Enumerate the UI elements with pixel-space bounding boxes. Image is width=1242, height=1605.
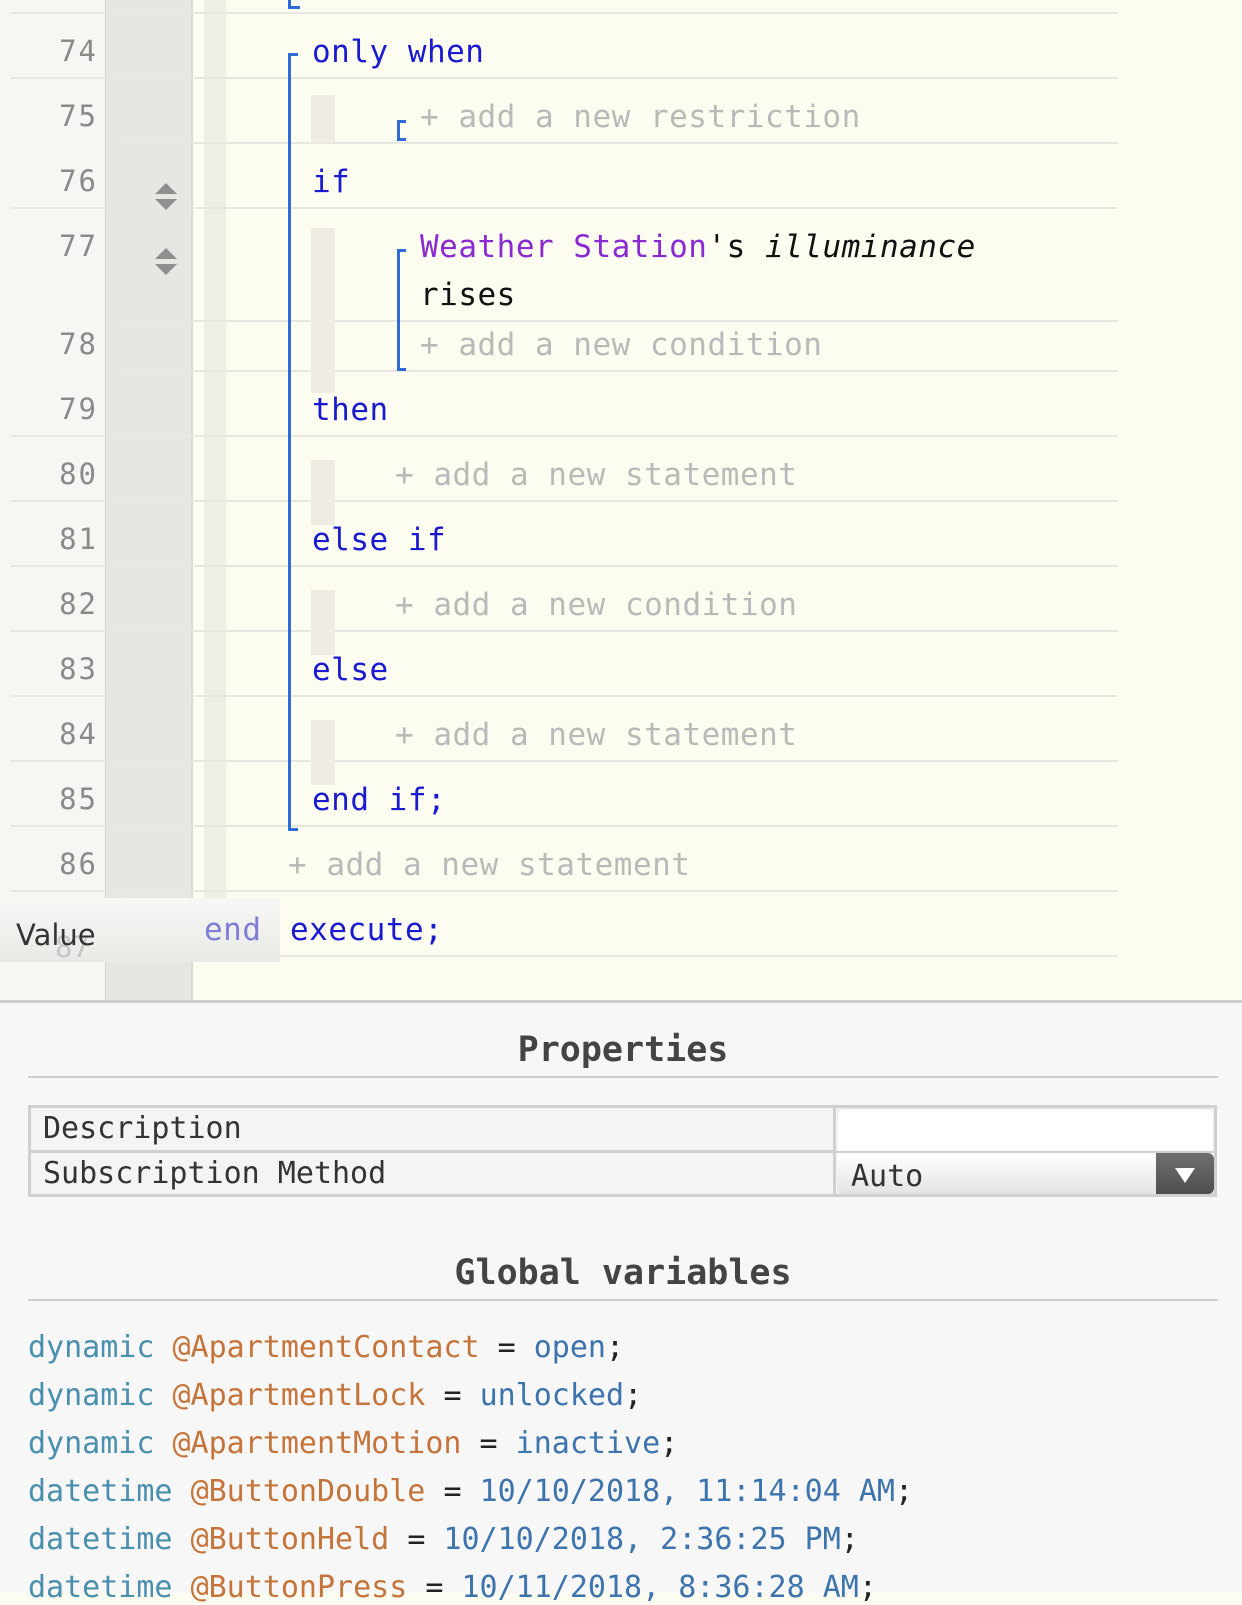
global-variable[interactable]: datetime @ButtonPress = 10/11/2018, 8:36… — [28, 1570, 877, 1605]
condition-line[interactable]: Weather Station's illuminance — [420, 229, 976, 265]
properties-title: Properties — [517, 1030, 729, 1070]
value-tab-label[interactable]: Value — [16, 918, 96, 952]
if-keyword[interactable]: if — [312, 164, 350, 200]
global-variable[interactable]: dynamic @ApartmentMotion = inactive; — [28, 1426, 678, 1461]
line-number: 81 — [59, 522, 98, 556]
add-statement-link[interactable]: + add a new statement — [288, 847, 690, 883]
global-variable[interactable]: dynamic @ApartmentLock = unlocked; — [28, 1378, 642, 1413]
line-number: 79 — [59, 392, 98, 426]
global-variables-title: Global variables — [454, 1253, 792, 1293]
subscription-method-select[interactable]: Auto — [837, 1153, 1214, 1194]
subscription-method-value: Auto — [851, 1159, 924, 1194]
description-input[interactable] — [837, 1108, 1214, 1151]
indent-strip — [204, 0, 226, 900]
else-keyword[interactable]: else — [312, 652, 389, 688]
add-restriction-link[interactable]: + add a new restriction — [420, 99, 861, 135]
line-number: 78 — [59, 327, 98, 361]
line-number: 84 — [59, 717, 98, 751]
line-number: 77 — [59, 229, 98, 263]
line-number: 86 — [59, 847, 98, 881]
condition-attribute[interactable]: illuminance — [765, 229, 976, 265]
properties-table: Description Subscription Method Auto — [28, 1105, 1217, 1197]
global-variable[interactable]: datetime @ButtonDouble = 10/10/2018, 11:… — [28, 1474, 913, 1509]
reorder-handle-icon[interactable] — [155, 183, 177, 213]
end-keyword: end — [204, 912, 262, 948]
piston-editor: 74 75 76 77 78 79 80 81 82 83 84 85 86 o… — [0, 0, 1242, 1000]
add-condition-link[interactable]: + add a new condition — [395, 587, 797, 623]
line-number: 82 — [59, 587, 98, 621]
else-if-keyword[interactable]: else if — [312, 522, 446, 558]
line-number: 75 — [59, 99, 98, 133]
add-condition-link[interactable]: + add a new condition — [420, 327, 822, 363]
line-number: 76 — [59, 164, 98, 198]
end-if-keyword[interactable]: end if; — [312, 782, 446, 818]
subscription-method-label: Subscription Method — [43, 1156, 387, 1191]
only-when-keyword[interactable]: only when — [312, 34, 484, 70]
line-number: 80 — [59, 457, 98, 491]
description-label: Description — [43, 1111, 242, 1146]
condition-possessive: 's — [707, 229, 746, 265]
add-statement-link[interactable]: + add a new statement — [395, 717, 797, 753]
then-keyword[interactable]: then — [312, 392, 389, 428]
add-statement-link[interactable]: + add a new statement — [395, 457, 797, 493]
line-number: 85 — [59, 782, 98, 816]
reorder-handle-icon[interactable] — [155, 248, 177, 278]
dropdown-arrow-icon[interactable] — [1156, 1153, 1214, 1194]
line-number: 83 — [59, 652, 98, 686]
execute-keyword: execute; — [290, 912, 444, 948]
line-number: 74 — [59, 34, 98, 68]
condition-device[interactable]: Weather Station — [420, 229, 707, 265]
global-variable[interactable]: dynamic @ApartmentContact = open; — [28, 1330, 624, 1365]
global-variable[interactable]: datetime @ButtonHeld = 10/10/2018, 2:36:… — [28, 1522, 859, 1557]
condition-comparison[interactable]: rises — [420, 277, 516, 313]
